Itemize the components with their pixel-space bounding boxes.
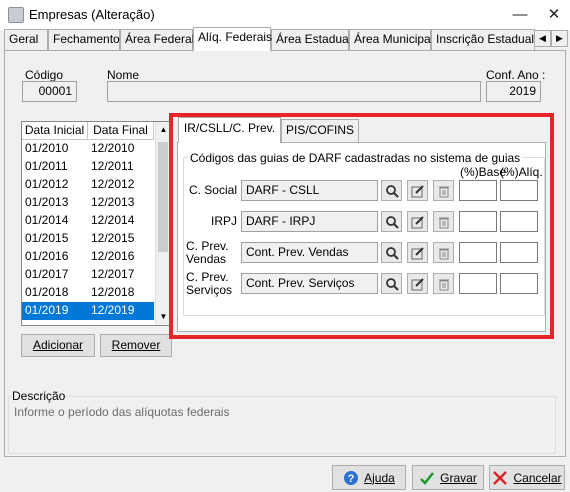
remove-button[interactable]: Remover [100, 334, 172, 357]
column-header-data-final[interactable]: Data Final [88, 122, 154, 140]
table-row[interactable]: 01/2017 12/2017 [22, 266, 154, 284]
save-button[interactable]: Gravar [412, 465, 484, 490]
periods-list[interactable]: Data Inicial Data Final 01/2010 12/2010 0… [21, 121, 171, 326]
highlight-box [169, 113, 554, 339]
tab-scroll: ◀ ▶ [534, 30, 568, 47]
codigo-field[interactable]: 00001 [22, 81, 77, 102]
svg-text:?: ? [348, 473, 355, 485]
codigo-label: Código [25, 68, 64, 82]
descricao-text: Informe o período das alíquotas federais [14, 405, 230, 419]
add-button[interactable]: Adicionar [21, 334, 95, 357]
tab-inscricao-estadual[interactable]: Inscrição Estadual S [431, 29, 535, 50]
help-button[interactable]: ? Ajuda [332, 465, 406, 490]
table-row[interactable]: 01/2014 12/2014 [22, 212, 154, 230]
tab-area-federal[interactable]: Área Federal [120, 29, 194, 50]
list-scrollbar[interactable]: ▲ ▼ [155, 122, 170, 325]
scroll-thumb[interactable] [158, 142, 168, 252]
help-icon: ? [344, 470, 359, 485]
cancel-x-icon [493, 470, 508, 485]
conf-ano-label: Conf. Ano : [486, 68, 546, 82]
tab-geral[interactable]: Geral [4, 29, 48, 50]
minimize-button[interactable]: — [506, 2, 534, 28]
close-button[interactable]: ✕ [540, 2, 568, 28]
tab-aliq-federais[interactable]: Alíq. Federais [193, 27, 272, 51]
nome-field[interactable] [107, 81, 481, 102]
table-row[interactable]: 01/2011 12/2011 [22, 158, 154, 176]
tab-scroll-left-icon[interactable]: ◀ [534, 30, 551, 47]
check-icon [420, 471, 435, 485]
conf-ano-field[interactable]: 2019 [486, 81, 541, 102]
app-icon [8, 7, 24, 23]
table-row[interactable]: 01/2010 12/2010 [22, 140, 154, 158]
footer-bar [0, 458, 570, 492]
window-title: Empresas (Alteração) [29, 7, 155, 22]
table-row[interactable]: 01/2013 12/2013 [22, 194, 154, 212]
column-header-data-inicial[interactable]: Data Inicial [22, 122, 88, 140]
cancel-button[interactable]: Cancelar [489, 465, 565, 490]
table-row[interactable]: 01/2016 12/2016 [22, 248, 154, 266]
nome-label: Nome [107, 68, 140, 82]
tab-area-municipal[interactable]: Área Municipal [349, 29, 433, 50]
tab-fechamento[interactable]: Fechamento [48, 29, 120, 50]
tab-scroll-right-icon[interactable]: ▶ [551, 30, 568, 47]
table-row[interactable]: 01/2018 12/2018 [22, 284, 154, 302]
table-row[interactable]: 01/2012 12/2012 [22, 176, 154, 194]
descricao-label: Descrição [11, 389, 67, 403]
main-tabs: Geral Fechamento Área Federal Alíq. Fede… [2, 27, 568, 51]
table-row[interactable]: 01/2015 12/2015 [22, 230, 154, 248]
table-row-selected[interactable]: 01/2019 12/2019 [22, 302, 154, 320]
tab-area-estadual[interactable]: Área Estadual [271, 29, 351, 50]
